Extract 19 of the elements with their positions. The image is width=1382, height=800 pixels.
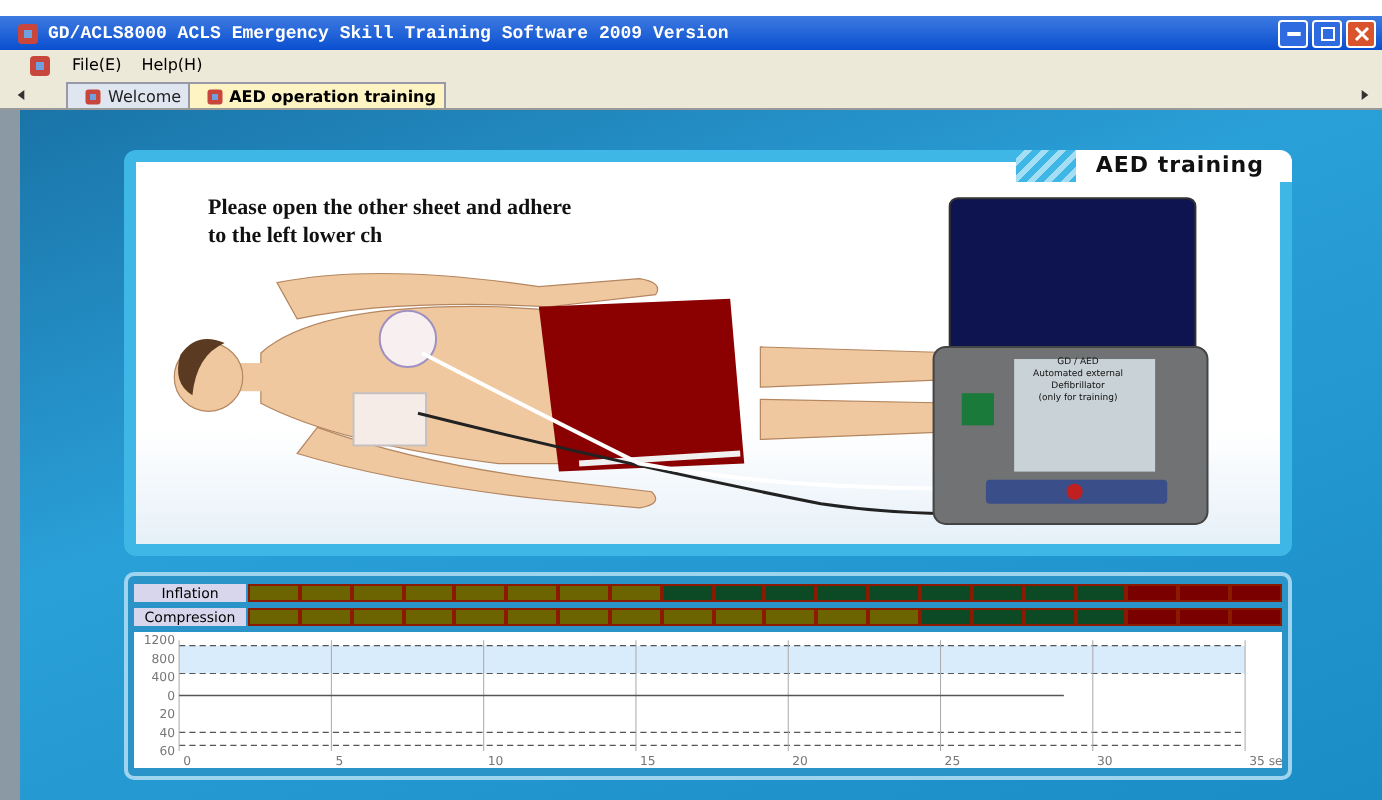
minimize-button[interactable] [1278,19,1308,47]
tab-icon [205,87,224,105]
close-icon [1353,25,1369,41]
scroll-left-icon[interactable] [16,88,26,102]
instruction-text: Please open the other sheet and adhere to the left lower ch [208,194,574,250]
maximize-button[interactable] [1312,19,1342,47]
close-button[interactable] [1346,19,1376,47]
app-icon [28,53,52,77]
maximize-icon [1319,25,1335,41]
window-title: GD/ACLS8000 ACLS Emergency Skill Training Software 2009 Version [48,23,729,43]
menu-item[interactable]: File(E) [72,56,122,74]
scroll-right-icon[interactable] [1360,88,1370,102]
menu-item[interactable]: Help(H) [141,56,203,74]
tab[interactable]: Welcome [66,82,192,108]
tab[interactable]: AED operation training [187,82,446,108]
tab-icon [84,87,102,105]
minimize-icon [1285,31,1301,35]
scene-heading: AED training [1015,150,1292,182]
app-icon [16,21,40,45]
